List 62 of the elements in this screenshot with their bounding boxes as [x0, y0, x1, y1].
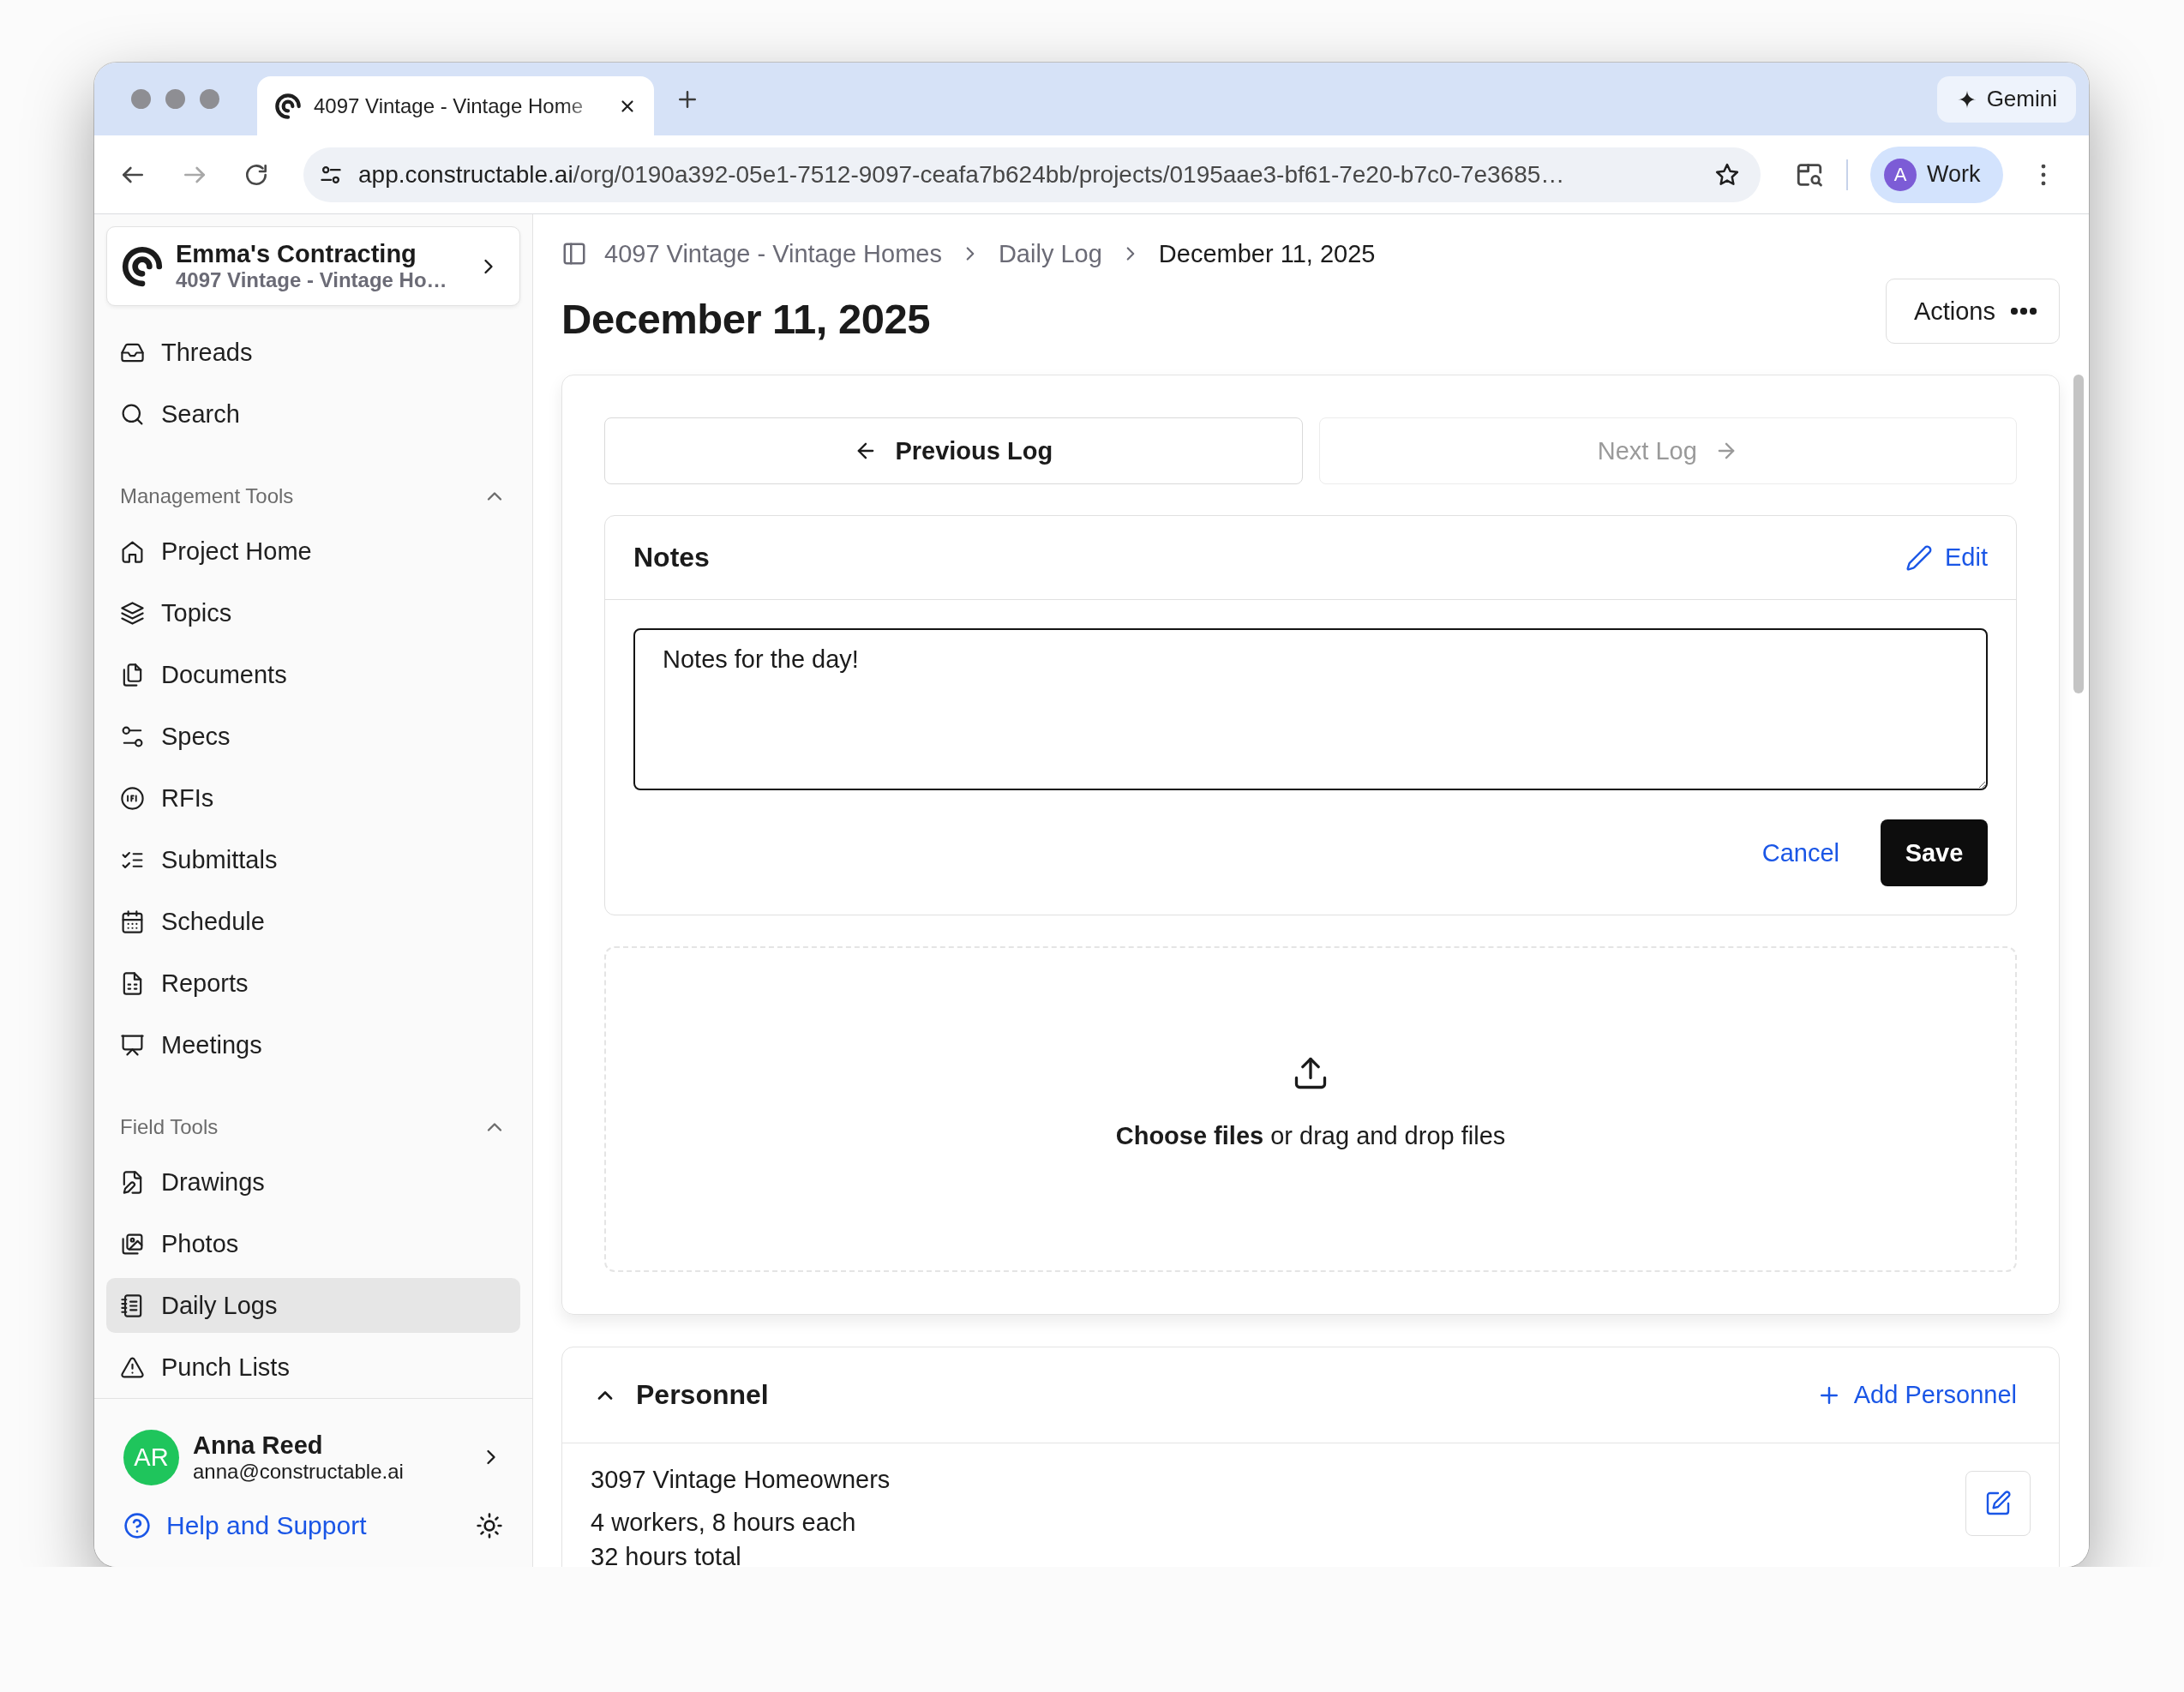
personnel-total: 32 hours total [591, 1542, 742, 1567]
theme-toggle-icon[interactable] [476, 1512, 503, 1539]
personnel-name: 3097 Vintage Homeowners [591, 1465, 891, 1495]
project-name: 4097 Vintage - Vintage Ho… [176, 268, 448, 292]
sidebar-item[interactable]: Project Home [106, 524, 520, 579]
section-heading: Field Tools [120, 1115, 219, 1139]
more-icon [2011, 308, 2037, 315]
sidebar-item[interactable]: Threads [106, 325, 520, 380]
save-button[interactable]: Save [1881, 819, 1988, 886]
spiral-logo-icon [121, 244, 164, 288]
calendar-icon [120, 909, 145, 934]
spiral-logo-icon [274, 92, 302, 120]
breadcrumb-link[interactable]: 4097 Vintage - Vintage Homes [604, 239, 942, 268]
section-title: Personnel [636, 1379, 770, 1411]
file-dropzone[interactable]: Choose files or drag and drop files [604, 946, 2017, 1272]
notes-field[interactable]: Notes for the day! [633, 628, 1988, 790]
user-name: Anna Reed [193, 1431, 324, 1460]
breadcrumb-current: December 11, 2025 [1158, 239, 1376, 268]
sidebar-item[interactable]: Topics [106, 585, 520, 640]
rfi-badge-icon [120, 785, 145, 811]
sidebar-item[interactable]: Specs [106, 709, 520, 764]
profile-button[interactable]: A Work [1870, 146, 2003, 203]
personnel-detail: 4 workers, 8 hours each [591, 1508, 857, 1538]
sidebar-item[interactable]: Meetings [106, 1017, 520, 1072]
help-link[interactable]: Help and Support [166, 1511, 460, 1540]
section-heading: Management Tools [120, 484, 294, 508]
edit-icon [1984, 1490, 2012, 1517]
previous-log-button[interactable]: Previous Log [604, 417, 1303, 484]
dropzone-text: Choose files or drag and drop files [1115, 1122, 1506, 1150]
pencil-icon [1905, 543, 1933, 572]
project-switcher[interactable]: Emma's Contracting 4097 Vintage - Vintage Ho… [106, 226, 520, 306]
sidebar-item[interactable]: Photos [106, 1216, 520, 1271]
bookmark-star-icon[interactable] [1714, 161, 1740, 188]
sidebar-item[interactable]: Schedule [106, 894, 520, 949]
page-title: December 11, 2025 [561, 295, 931, 343]
sidebar-item[interactable]: Daily Logs [106, 1278, 520, 1333]
url-text: app.constructable.ai/org/0190a392-05e1-7512-9097-ceafa7b624bb/projects/0195aae3-bf61-7e20-b7c0-7e3685… [358, 160, 1566, 189]
browser-tab[interactable]: 4097 Vintage - Vintage Home [257, 76, 654, 135]
sidebar-item[interactable]: Search [106, 387, 520, 441]
breadcrumb-link[interactable]: Daily Log [998, 239, 1102, 268]
layers-icon [120, 600, 145, 626]
actions-button[interactable]: Actions [1885, 279, 2060, 344]
avatar: A [1884, 158, 1917, 191]
sidebar-item[interactable]: Punch Lists [106, 1340, 520, 1395]
sidebar-toggle-icon[interactable] [561, 241, 587, 267]
section-title: Notes [633, 542, 710, 573]
sidebar-item[interactable]: RFIs [106, 771, 520, 825]
add-personnel-button[interactable]: Add Personnel [1815, 1381, 2017, 1409]
cancel-button[interactable]: Cancel [1761, 838, 1839, 867]
help-icon [123, 1512, 151, 1539]
user-email: anna@constructable.ai [193, 1459, 405, 1484]
sidebar-item[interactable]: Submittals [106, 832, 520, 887]
scrollbar-thumb[interactable] [2073, 375, 2084, 693]
address-bar[interactable]: app.constructable.ai/org/0190a392-05e1-7512-9097-ceafa7b624bb/projects/0195aae3-bf61-7e20-b7c0-7e3685… [303, 147, 1761, 202]
sidebar-item[interactable]: Reports [106, 956, 520, 1011]
org-name: Emma's Contracting [176, 240, 417, 268]
sidebar-item[interactable]: Documents [106, 647, 520, 702]
user-avatar: AR [123, 1429, 179, 1485]
edit-personnel-button[interactable] [1965, 1471, 2031, 1536]
gemini-button[interactable]: Gemini [1936, 75, 2076, 123]
sidebar-item[interactable]: Drawings [106, 1155, 520, 1209]
edit-button[interactable]: Edit [1905, 543, 1988, 572]
